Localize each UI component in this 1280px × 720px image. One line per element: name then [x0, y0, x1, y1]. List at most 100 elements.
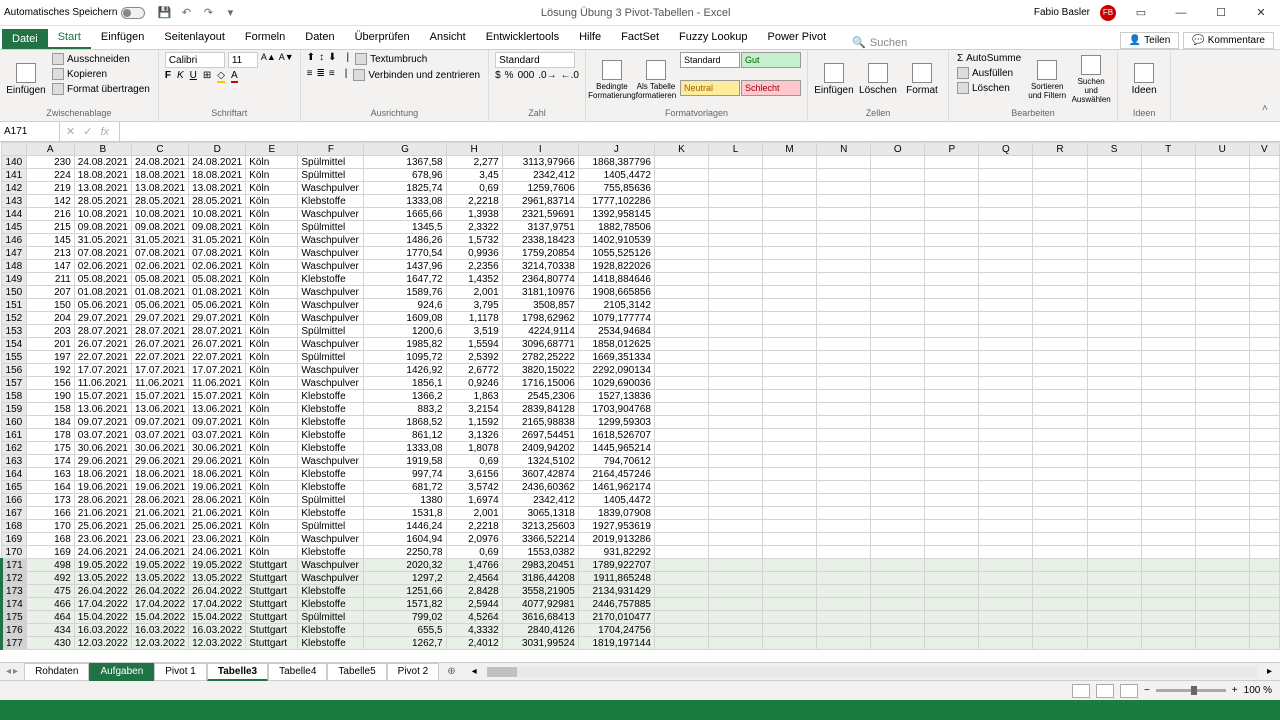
sheet-tab-aufgaben[interactable]: Aufgaben	[89, 663, 154, 681]
increase-font-icon[interactable]: A▲	[261, 52, 276, 68]
table-row[interactable]: 15819015.07.202115.07.202115.07.2021Köln…	[2, 390, 1280, 403]
tab-file[interactable]: Datei	[2, 29, 48, 49]
column-header-I[interactable]: I	[502, 143, 578, 156]
column-header-E[interactable]: E	[246, 143, 298, 156]
hscroll-right-icon[interactable]: ▸	[1267, 666, 1272, 677]
row-header[interactable]: 158	[2, 390, 27, 403]
format-cells-button[interactable]: Format	[902, 52, 942, 107]
column-header-G[interactable]: G	[364, 143, 446, 156]
row-header[interactable]: 154	[2, 338, 27, 351]
row-header[interactable]: 169	[2, 533, 27, 546]
ribbon-options-icon[interactable]: ▭	[1126, 3, 1156, 23]
row-header[interactable]: 160	[2, 416, 27, 429]
column-header-H[interactable]: H	[446, 143, 502, 156]
undo-icon[interactable]: ↶	[179, 6, 193, 20]
column-header-C[interactable]: C	[131, 143, 188, 156]
zoom-out-button[interactable]: −	[1144, 685, 1150, 696]
table-row[interactable]: 16716621.06.202121.06.202121.06.2021Köln…	[2, 507, 1280, 520]
redo-icon[interactable]: ↷	[201, 6, 215, 20]
sheet-tab-rohdaten[interactable]: Rohdaten	[24, 663, 89, 681]
row-header[interactable]: 146	[2, 234, 27, 247]
align-bottom-icon[interactable]: ⬇	[328, 52, 336, 66]
decrease-font-icon[interactable]: A▼	[279, 52, 294, 68]
paste-button[interactable]: Einfügen	[6, 52, 46, 107]
row-header[interactable]: 174	[2, 598, 27, 611]
row-header[interactable]: 150	[2, 286, 27, 299]
table-row[interactable]: 17347526.04.202226.04.202226.04.2022Stut…	[2, 585, 1280, 598]
row-header[interactable]: 166	[2, 494, 27, 507]
align-middle-icon[interactable]: ↕	[319, 52, 324, 66]
column-header-U[interactable]: U	[1195, 143, 1249, 156]
row-header[interactable]: 176	[2, 624, 27, 637]
row-header[interactable]: 175	[2, 611, 27, 624]
table-row[interactable]: 14614531.05.202131.05.202131.05.2021Köln…	[2, 234, 1280, 247]
column-header-D[interactable]: D	[189, 143, 246, 156]
cancel-formula-icon[interactable]: ✕	[66, 125, 75, 138]
row-header[interactable]: 167	[2, 507, 27, 520]
table-row[interactable]: 15320328.07.202128.07.202128.07.2021Köln…	[2, 325, 1280, 338]
zoom-slider[interactable]	[1156, 689, 1226, 692]
row-header[interactable]: 173	[2, 585, 27, 598]
table-row[interactable]: 16217530.06.202130.06.202130.06.2021Köln…	[2, 442, 1280, 455]
autosave-toggle[interactable]	[121, 7, 145, 19]
comments-button[interactable]: 💬Kommentare	[1183, 32, 1274, 49]
collapse-ribbon-icon[interactable]: ˄	[1262, 103, 1276, 117]
table-row[interactable]: 16817025.06.202125.06.202125.06.2021Köln…	[2, 520, 1280, 533]
tab-überprüfen[interactable]: Überprüfen	[345, 27, 420, 49]
decrease-decimal-icon[interactable]: ←.0	[561, 70, 579, 81]
find-select-button[interactable]: Suchen und Auswählen	[1071, 52, 1111, 107]
increase-decimal-icon[interactable]: .0→	[538, 70, 556, 81]
fx-icon[interactable]: fx	[100, 126, 109, 138]
column-header-J[interactable]: J	[578, 143, 654, 156]
italic-button[interactable]: K	[177, 70, 184, 83]
style-gut[interactable]: Gut	[741, 52, 801, 68]
row-header[interactable]: 157	[2, 377, 27, 390]
row-header[interactable]: 153	[2, 325, 27, 338]
row-header[interactable]: 147	[2, 247, 27, 260]
row-header[interactable]: 171	[2, 559, 27, 572]
sheet-tab-pivot1[interactable]: Pivot 1	[154, 663, 207, 681]
hscroll-left-icon[interactable]: ◂	[472, 666, 477, 677]
normal-view-button[interactable]	[1072, 684, 1090, 698]
column-header-S[interactable]: S	[1087, 143, 1141, 156]
sheet-tab-tabelle3[interactable]: Tabelle3	[207, 663, 268, 681]
row-header[interactable]: 156	[2, 364, 27, 377]
table-row[interactable]: 17643416.03.202216.03.202216.03.2022Stut…	[2, 624, 1280, 637]
page-layout-view-button[interactable]	[1096, 684, 1114, 698]
table-row[interactable]: 16018409.07.202109.07.202109.07.2021Köln…	[2, 416, 1280, 429]
table-row[interactable]: 16117803.07.202103.07.202103.07.2021Köln…	[2, 429, 1280, 442]
align-top-icon[interactable]: ⬆	[307, 52, 315, 66]
column-header-T[interactable]: T	[1141, 143, 1195, 156]
row-header[interactable]: 145	[2, 221, 27, 234]
tab-start[interactable]: Start	[48, 27, 91, 49]
table-row[interactable]: 15115005.06.202105.06.202105.06.2021Köln…	[2, 299, 1280, 312]
user-avatar[interactable]: FB	[1100, 5, 1116, 21]
border-button[interactable]: ⊞	[203, 70, 211, 83]
table-row[interactable]: 17546415.04.202215.04.202215.04.2022Stut…	[2, 611, 1280, 624]
row-header[interactable]: 165	[2, 481, 27, 494]
row-header[interactable]: 143	[2, 195, 27, 208]
close-icon[interactable]: ✕	[1246, 3, 1276, 23]
tab-seitenlayout[interactable]: Seitenlayout	[154, 27, 235, 49]
copy-button[interactable]: Kopieren	[50, 67, 152, 81]
style-neutral[interactable]: Neutral	[680, 80, 740, 96]
table-row[interactable]: 16916823.06.202123.06.202123.06.2021Köln…	[2, 533, 1280, 546]
align-left-icon[interactable]: ≡	[307, 68, 313, 82]
row-header[interactable]: 164	[2, 468, 27, 481]
row-header[interactable]: 152	[2, 312, 27, 325]
underline-button[interactable]: U	[190, 70, 197, 83]
column-header-N[interactable]: N	[817, 143, 871, 156]
row-header[interactable]: 177	[2, 637, 27, 650]
tab-hilfe[interactable]: Hilfe	[569, 27, 611, 49]
table-row[interactable]: 14521509.08.202109.08.202109.08.2021Köln…	[2, 221, 1280, 234]
sheet-nav-first-icon[interactable]: ◂	[6, 666, 11, 677]
percent-icon[interactable]: %	[505, 70, 514, 81]
row-header[interactable]: 151	[2, 299, 27, 312]
insert-cells-button[interactable]: Einfügen	[814, 52, 854, 107]
row-header[interactable]: 168	[2, 520, 27, 533]
share-button[interactable]: 👤Teilen	[1120, 32, 1180, 49]
table-row[interactable]: 15020701.08.202101.08.202101.08.2021Köln…	[2, 286, 1280, 299]
table-row[interactable]: 16317429.06.202129.06.202129.06.2021Köln…	[2, 455, 1280, 468]
conditional-format-button[interactable]: Bedingte Formatierung	[592, 52, 632, 107]
style-schlecht[interactable]: Schlecht	[741, 80, 801, 96]
